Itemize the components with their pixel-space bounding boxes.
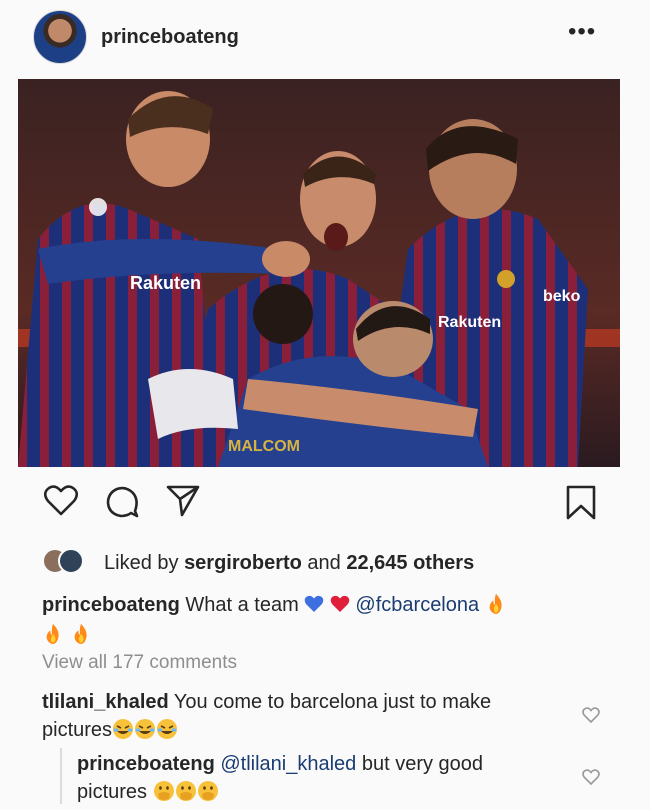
more-options-icon[interactable]: ••• (568, 20, 596, 44)
reply-username[interactable]: princeboateng (77, 753, 215, 775)
post-username[interactable]: princeboateng (101, 26, 239, 49)
bookmark-icon[interactable] (566, 485, 596, 521)
reply-item: princeboateng @tlilani_khaled but very g… (77, 750, 557, 806)
action-bar (0, 485, 650, 535)
fire-emoji (74, 623, 87, 645)
likes-middle: and (301, 552, 347, 574)
shirt-text-1: Rakuten (130, 273, 201, 293)
red-heart-emoji (330, 595, 350, 612)
hand-over-mouth-emoji (153, 781, 174, 801)
likes-text: Liked by sergiroberto and 22,645 others (104, 552, 474, 575)
photo-illustration: Rakuten beko Rakuten MALCOM (18, 79, 620, 467)
likes-count[interactable]: 22,645 others (346, 552, 474, 574)
caption: princeboateng What a team @fcbarcelona (42, 590, 612, 650)
hand-over-mouth-emoji (175, 781, 196, 801)
liker-username[interactable]: sergiroberto (184, 552, 302, 574)
post-photo[interactable]: Rakuten beko Rakuten MALCOM (18, 79, 620, 467)
shirt-text-3: Rakuten (438, 314, 501, 331)
fire-emoji (489, 593, 502, 615)
laughing-emoji (157, 719, 178, 739)
caption-text: What a team (179, 594, 305, 616)
caption-mention[interactable]: @fcbarcelona (355, 594, 479, 616)
likes-prefix: Liked by (104, 552, 185, 574)
reply-divider (60, 748, 62, 804)
hand-over-mouth-emoji (197, 781, 218, 801)
view-all-comments-link[interactable]: View all 177 comments (42, 652, 237, 674)
reply-mention[interactable]: @tlilani_khaled (215, 753, 356, 775)
comment-icon[interactable] (106, 485, 140, 519)
laughing-emoji (135, 719, 156, 739)
heart-icon[interactable] (44, 485, 78, 517)
share-icon[interactable] (166, 485, 200, 517)
small-heart-icon[interactable] (582, 768, 600, 786)
comment-item: tlilani_khaled You come to barcelona jus… (42, 688, 542, 744)
post-header: princeboateng ••• (0, 0, 650, 74)
shirt-text-2: beko (543, 288, 581, 305)
small-heart-icon[interactable] (582, 706, 600, 724)
caption-username[interactable]: princeboateng (42, 594, 180, 616)
shirt-text-4: MALCOM (228, 438, 300, 455)
laughing-emoji (113, 719, 134, 739)
blue-heart-emoji (305, 595, 324, 612)
liker-avatar (58, 548, 84, 574)
comment-username[interactable]: tlilani_khaled (42, 691, 169, 713)
fire-emoji (46, 623, 59, 645)
avatar[interactable] (33, 10, 87, 64)
